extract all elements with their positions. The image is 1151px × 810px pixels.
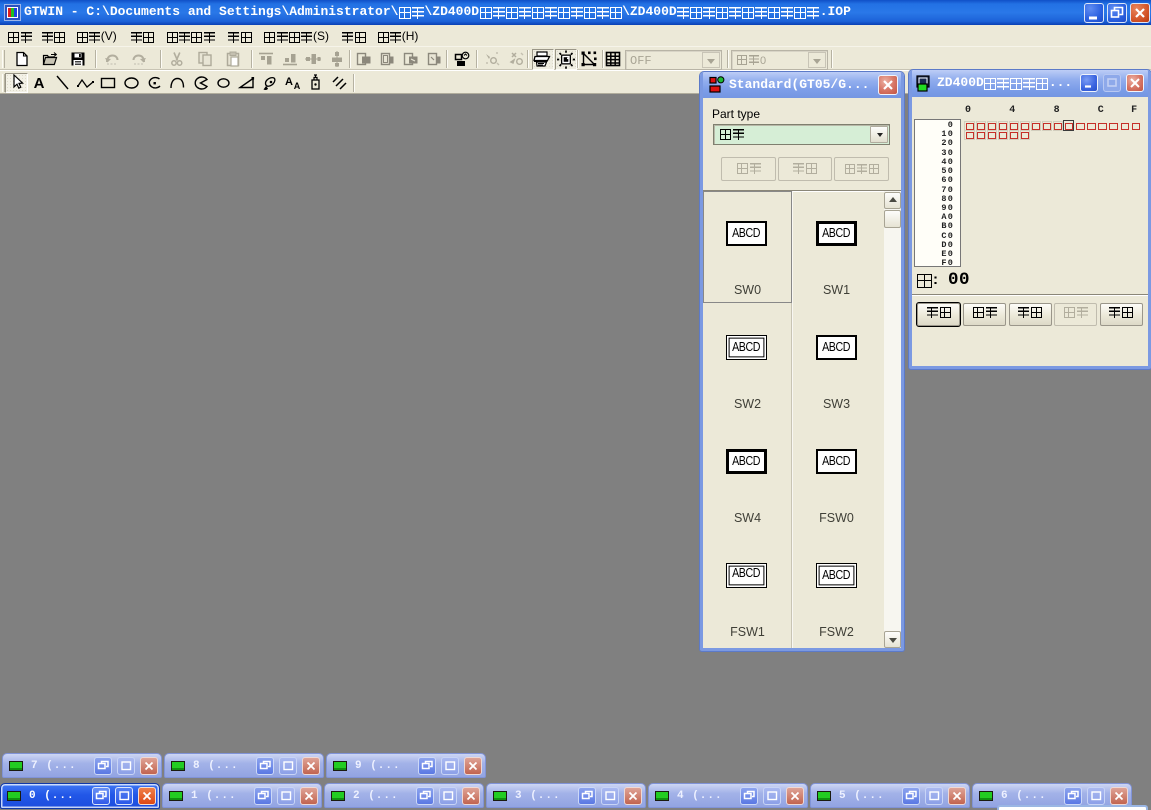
svg-text:A: A [34,75,45,92]
svg-text:A: A [294,81,301,91]
svg-text:A: A [285,76,293,88]
